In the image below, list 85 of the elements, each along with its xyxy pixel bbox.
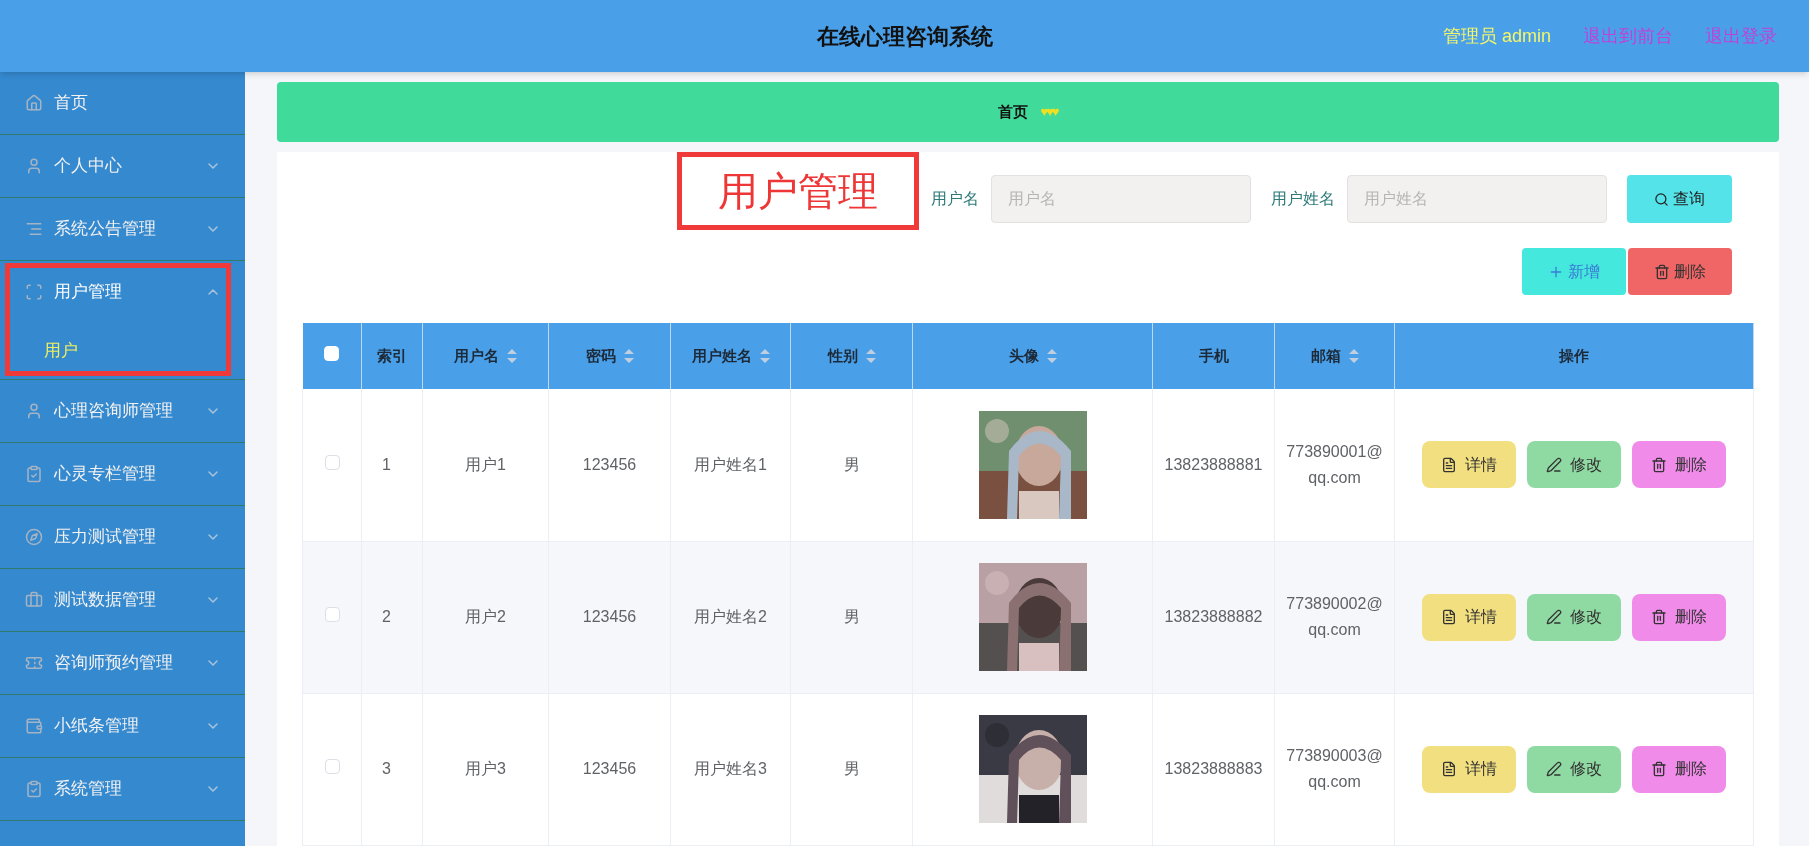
table-cell-text: 男 <box>842 454 861 475</box>
delete-button[interactable]: 删除 <box>1632 441 1726 489</box>
pen-icon <box>1546 609 1562 625</box>
sidebar-item[interactable]: 压力测试管理 <box>0 506 245 568</box>
search-field[interactable]: 用户姓名 <box>1347 175 1607 223</box>
sort-icon[interactable] <box>507 349 517 363</box>
edit-button[interactable]: 修改 <box>1527 441 1621 489</box>
admin-label: 管理员 admin <box>1442 24 1551 48</box>
table-cell-text: 3 <box>381 759 392 780</box>
table-cell-text: 123456 <box>581 759 638 780</box>
compass-icon <box>25 528 43 546</box>
sidebar-item[interactable]: 首页 <box>0 72 245 134</box>
table-cell-text: 用户姓名2 <box>693 607 768 628</box>
table-cell-text: 123456 <box>581 454 638 475</box>
document-icon <box>1441 456 1457 473</box>
trash-icon <box>1651 456 1667 473</box>
detail-button[interactable]: 详情 <box>1422 745 1516 793</box>
app-title: 在线心理咨询系统 <box>816 22 993 51</box>
sort-icon[interactable] <box>759 349 770 363</box>
table-cell-text: 男 <box>842 759 861 780</box>
trash-icon <box>1651 609 1667 625</box>
delete-button[interactable]: 删除 <box>1628 248 1732 295</box>
search-icon <box>1654 191 1669 207</box>
search-field[interactable]: 用户名 <box>991 175 1251 223</box>
breadcrumb-separator: ♥♥♥ <box>1040 103 1058 122</box>
sidebar-item[interactable]: 系统公告管理 <box>0 198 245 260</box>
delete-button[interactable]: 删除 <box>1632 745 1726 793</box>
delete-button[interactable]: 删除 <box>1632 593 1726 641</box>
trash-icon <box>1654 263 1670 280</box>
search-button[interactable]: 查询 <box>1627 175 1732 223</box>
wallet-icon <box>25 717 43 735</box>
sidebar-item[interactable]: 个人中心 <box>0 135 245 197</box>
table-cell-text: 用户3 <box>464 759 507 780</box>
sort-icon[interactable] <box>1348 349 1359 363</box>
table-cell-text: 用户姓名3 <box>693 759 768 780</box>
list-icon <box>25 220 43 238</box>
add-button[interactable]: 新增 <box>1522 248 1626 295</box>
table-cell-text: 用户2 <box>464 607 507 628</box>
person-icon <box>25 402 43 420</box>
sort-icon[interactable] <box>1046 349 1057 363</box>
edit-button[interactable]: 修改 <box>1527 745 1621 793</box>
document-icon <box>1441 609 1457 625</box>
sidebar-item[interactable]: 咨询师预约管理 <box>0 632 245 694</box>
submenu-item[interactable]: 用户 <box>0 323 245 379</box>
person-icon <box>25 157 43 175</box>
document-icon <box>1441 761 1457 777</box>
table-cell-text: 13823888882 <box>1163 607 1264 628</box>
sidebar-item[interactable]: 心理咨询师管理 <box>0 380 245 442</box>
sidebar-item[interactable]: 小纸条管理 <box>0 695 245 757</box>
trash-icon <box>1651 761 1667 777</box>
sidebar-item[interactable]: 测试数据管理 <box>0 569 245 631</box>
table-cell-text: 用户姓名1 <box>693 454 768 475</box>
sidebar-item[interactable]: 系统管理 <box>0 758 245 820</box>
checkbox[interactable] <box>324 759 340 774</box>
annotation-label: 用户管理 <box>677 152 919 230</box>
table-cell-text: 男 <box>842 607 861 628</box>
table-cell-text: 773890003@qq.com <box>1285 746 1384 792</box>
pen-icon <box>1546 456 1562 473</box>
checkbox[interactable] <box>324 454 340 470</box>
sort-icon[interactable] <box>623 349 634 363</box>
checkbox[interactable] <box>324 607 340 622</box>
ticket-icon <box>25 654 43 672</box>
table-cell-text: 773890002@qq.com <box>1285 594 1384 640</box>
field-label: 用户名 <box>931 189 979 209</box>
edit-button[interactable]: 修改 <box>1527 593 1621 641</box>
breadcrumb-home[interactable]: 首页 <box>998 100 1029 124</box>
field-label: 用户姓名 <box>1271 189 1335 209</box>
pen-icon <box>1546 761 1562 777</box>
table-cell-text: 123456 <box>581 607 638 628</box>
table-cell-text: 2 <box>381 607 392 628</box>
table-cell-text: 1 <box>381 454 392 475</box>
sidebar-item[interactable]: 心灵专栏管理 <box>0 443 245 505</box>
home-icon <box>25 94 43 112</box>
clipboard-icon <box>25 780 43 798</box>
table-cell-text: 13823888883 <box>1163 759 1264 780</box>
dashed-square-icon <box>25 283 43 301</box>
sort-icon[interactable] <box>865 349 876 363</box>
table-cell-text: 用户1 <box>464 454 507 475</box>
table-cell-text: 773890001@qq.com <box>1285 442 1384 488</box>
detail-button[interactable]: 详情 <box>1422 593 1516 641</box>
clipboard-check-icon <box>25 465 43 483</box>
sidebar-item[interactable]: 用户管理 <box>0 261 245 323</box>
table-cell-text: 13823888881 <box>1163 454 1264 475</box>
detail-button[interactable]: 详情 <box>1422 441 1516 489</box>
briefcase-icon <box>25 591 43 609</box>
